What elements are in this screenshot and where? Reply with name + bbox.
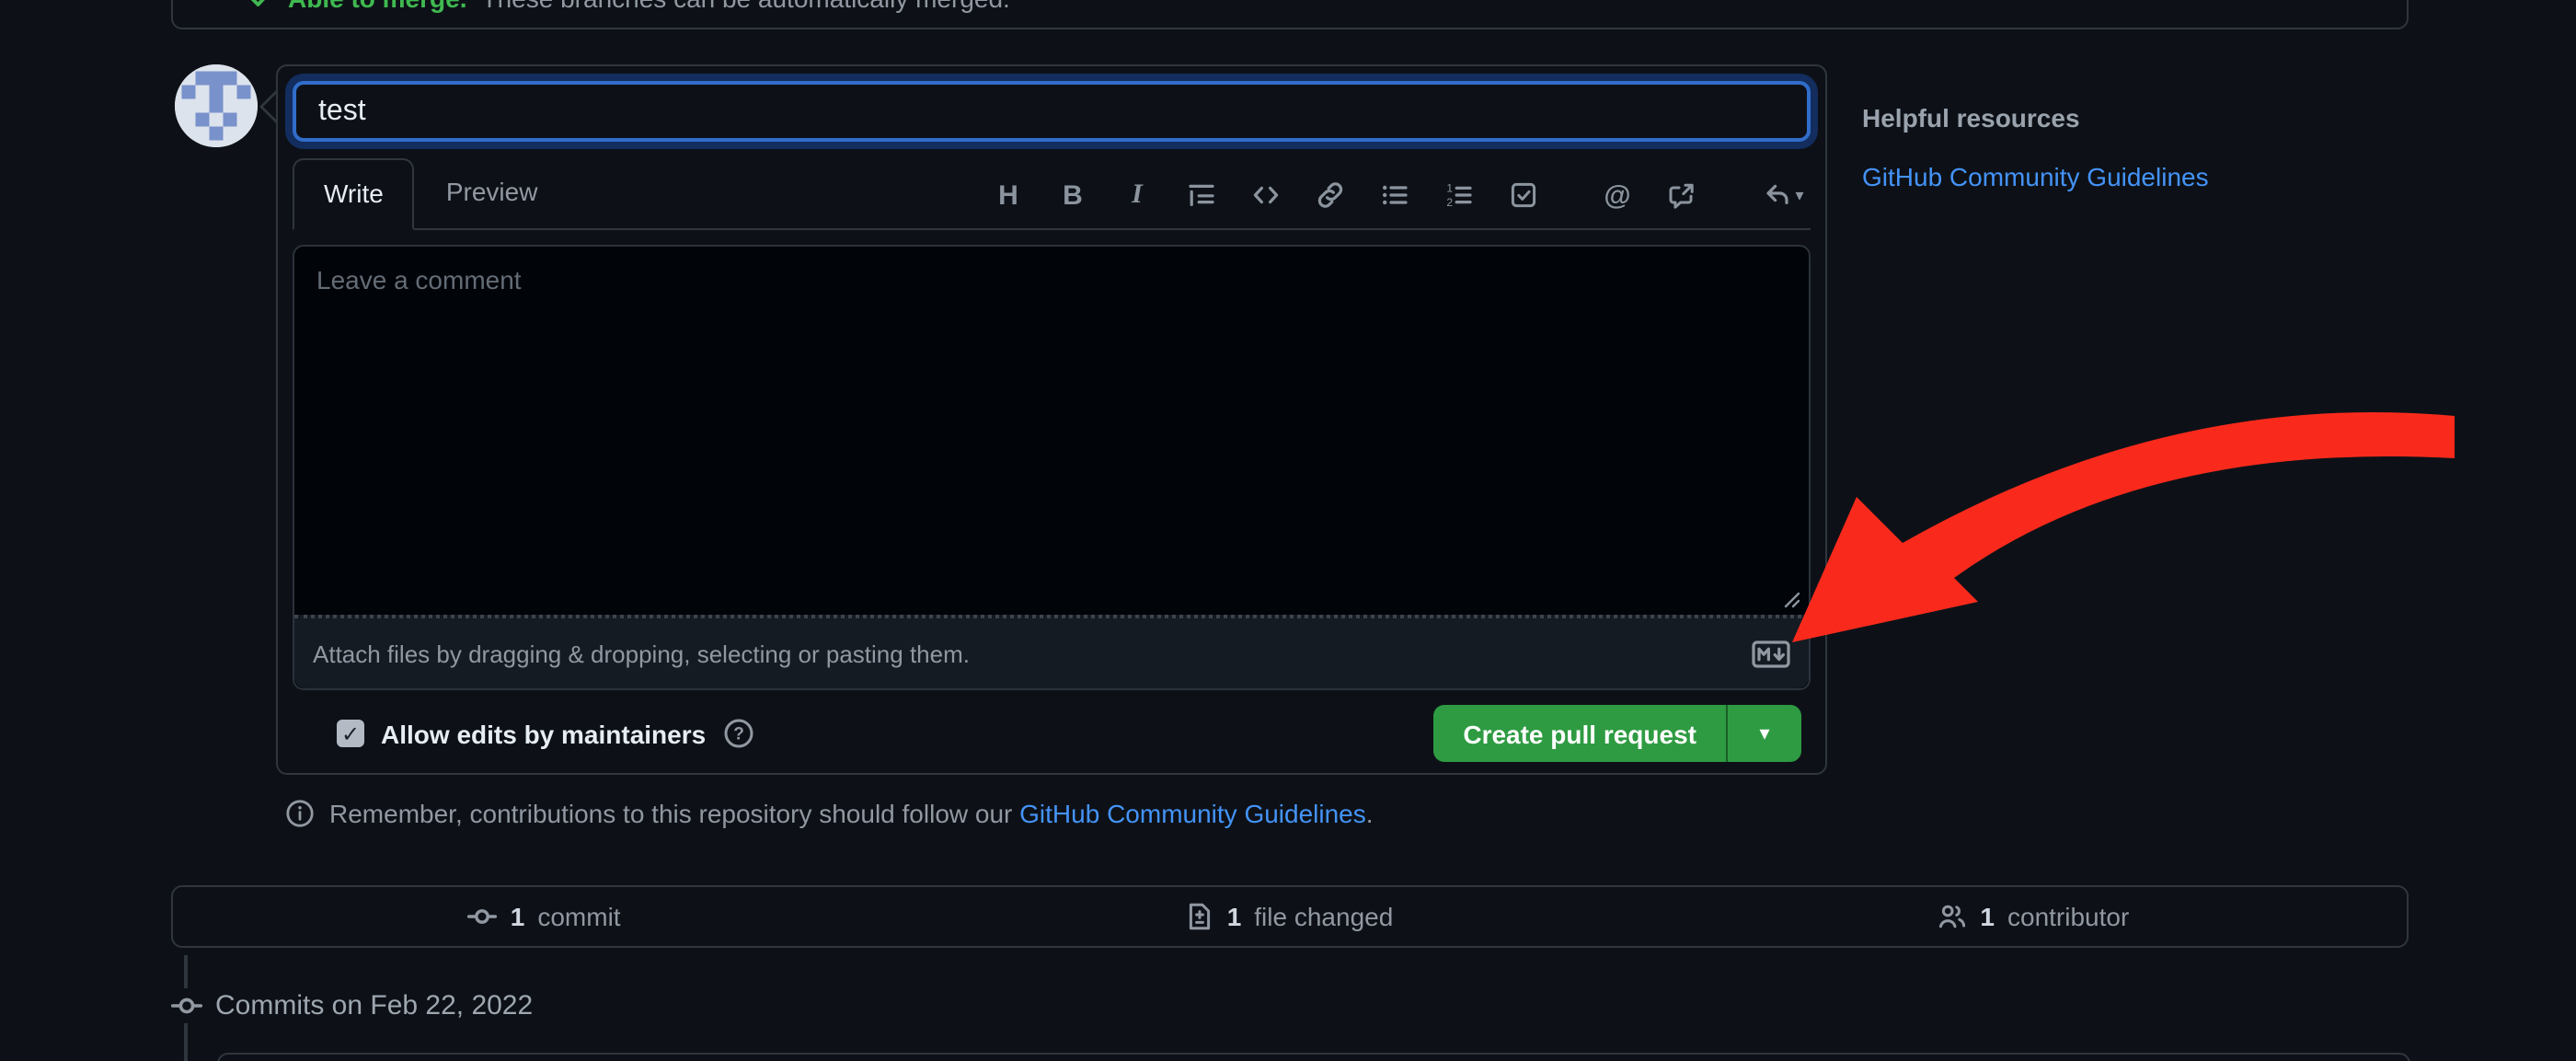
guidelines-note: Remember, contributions to this reposito… [285,799,1374,828]
git-commit-icon [468,902,498,931]
allow-edits-control: ✓ Allow edits by maintainers ? [337,718,753,749]
italic-icon[interactable]: I [1121,179,1154,212]
allow-edits-label[interactable]: Allow edits by maintainers [381,719,706,748]
svg-text:1: 1 [1446,181,1453,194]
markdown-toolbar: H B I 12 [992,179,1811,228]
tab-preview[interactable]: Preview [415,156,569,228]
stat-commits[interactable]: 1 commit [172,887,916,946]
pr-form: Write Preview H B I 12 [276,64,1827,775]
quote-icon[interactable] [1185,179,1218,212]
question-icon[interactable]: ? [722,718,753,749]
mention-icon[interactable]: @ [1601,179,1634,212]
create-pr-dropdown-button[interactable]: ▾ [1726,705,1801,762]
saved-replies-icon[interactable]: ▾ [1759,179,1807,212]
git-commit-timeline-icon [169,988,204,1023]
stat-contributors[interactable]: 1 contributor [1662,887,2406,946]
form-footer: ✓ Allow edits by maintainers ? Create pu… [293,705,1811,762]
attach-hint-text: Attach files by dragging & dropping, sel… [313,640,970,667]
task-list-icon[interactable] [1507,179,1540,212]
identicon [175,64,258,147]
people-icon [1938,902,1967,931]
saved-replies-caret: ▾ [1795,185,1803,205]
comment-textarea[interactable] [294,247,1809,615]
code-icon[interactable] [1249,179,1282,212]
merge-status-text: Able to merge. [288,0,467,13]
pr-title-input[interactable] [293,81,1811,142]
resize-grip[interactable] [1781,589,1801,609]
avatar [175,64,258,147]
info-icon [285,799,315,828]
check-icon [247,0,273,11]
link-icon[interactable] [1314,179,1347,212]
pr-stats-bar: 1 commit 1 file changed 1 contributor [170,885,2408,948]
cross-reference-icon[interactable] [1665,179,1698,212]
pr-create-page: Able to merge. These branches can be aut… [0,0,2576,1061]
svg-text:2: 2 [1446,196,1453,209]
triangle-down-icon: ▾ [1759,723,1769,745]
guidelines-note-text: Remember, contributions to this reposito… [329,799,1374,828]
markdown-icon[interactable] [1752,640,1790,667]
write-preview-tabs: Write Preview H B I 12 [293,158,1811,230]
create-pr-button-group: Create pull request ▾ [1433,705,1801,762]
stat-files-changed[interactable]: 1 file changed [916,887,1661,946]
sidebar-guidelines-link[interactable]: GitHub Community Guidelines [1862,162,2209,191]
commit-list-box [217,1053,2410,1061]
sidebar-heading: Helpful resources [1862,103,2451,133]
heading-icon[interactable]: H [992,179,1025,212]
bold-icon[interactable]: B [1056,179,1089,212]
ordered-list-icon[interactable]: 12 [1443,179,1476,212]
file-diff-icon [1185,902,1214,931]
attach-files-bar[interactable]: Attach files by dragging & dropping, sel… [294,615,1809,688]
merge-status-message: These branches can be automatically merg… [482,0,1010,13]
svg-text:?: ? [732,725,743,744]
comment-editor: Attach files by dragging & dropping, sel… [293,245,1811,690]
helpful-resources-sidebar: Helpful resources GitHub Community Guide… [1862,103,2451,195]
tab-write[interactable]: Write [293,158,415,230]
allow-edits-checkbox[interactable]: ✓ [337,720,364,747]
commits-date-header: Commits on Feb 22, 2022 [215,990,533,1021]
unordered-list-icon[interactable] [1378,179,1411,212]
guidelines-link[interactable]: GitHub Community Guidelines [1019,799,1366,828]
merge-status-banner: Able to merge. These branches can be aut… [170,0,2408,29]
create-pull-request-button[interactable]: Create pull request [1433,705,1726,762]
